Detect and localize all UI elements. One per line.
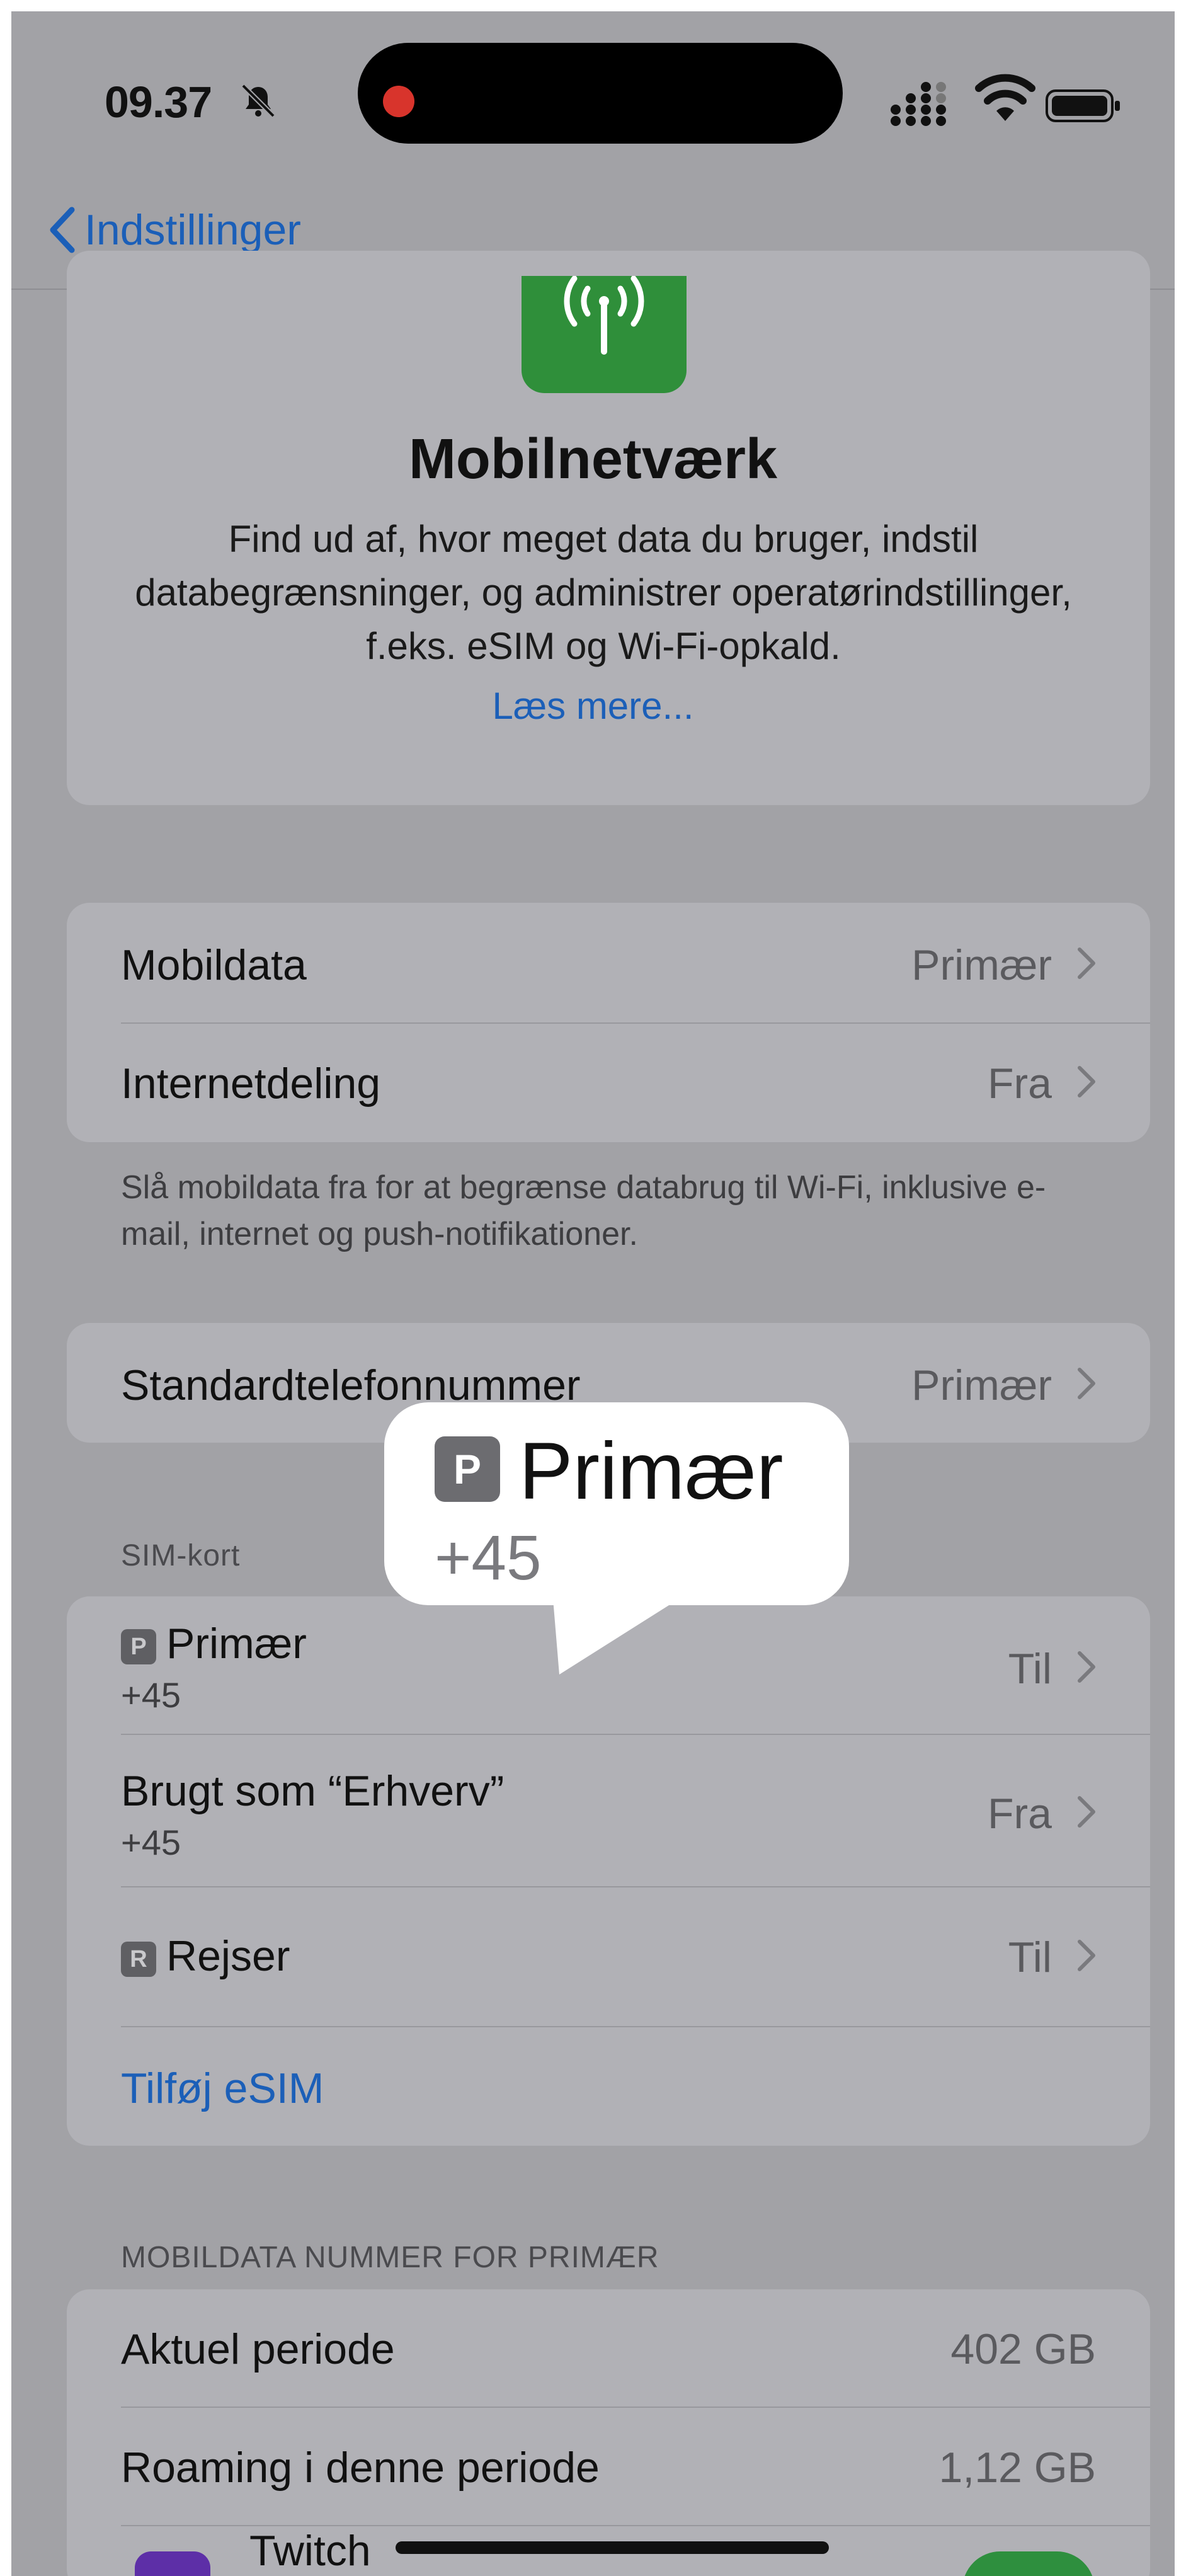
chevron-left-icon: [50, 207, 75, 253]
row-add-esim[interactable]: Tilføj eSIM: [67, 2027, 1150, 2146]
chevron-right-icon: [1078, 1796, 1095, 1828]
chevron-right-icon: [1078, 1651, 1095, 1683]
add-esim-link[interactable]: Tilføj eSIM: [121, 2064, 324, 2113]
row-value: 1,12 GB: [938, 2444, 1097, 2492]
tooltip-number: +45: [435, 1523, 542, 1593]
row-roaming-period: Roaming i denne periode 1,12 GB: [67, 2408, 1150, 2525]
chevron-right-icon: [1078, 1066, 1095, 1097]
row-subtitle: +45: [121, 1823, 181, 1862]
mobile-data-group: Mobildata Primær Internetdeling Fra: [67, 903, 1150, 1142]
sim-group: P Primær +45 Til Brugt som “Erhverv” +45 …: [67, 1596, 1150, 2146]
row-value: Fra: [988, 1790, 1052, 1838]
sim-badge: P: [121, 1629, 156, 1665]
page-title: Mobilnetværk: [408, 428, 778, 491]
row-value: Til: [1008, 1933, 1052, 1981]
tooltip-tail: [553, 1599, 679, 1674]
row-sim-business[interactable]: Brugt som “Erhverv” +45 Fra: [67, 1735, 1150, 1886]
settings-screen: 09.37 Indstillinger Mobilnetværk Find ud…: [11, 11, 1175, 2576]
back-button[interactable]: Indstillinger: [48, 202, 301, 258]
row-sim-travel[interactable]: R Rejser Til: [67, 1887, 1150, 2026]
row-internetdeling[interactable]: Internetdeling Fra: [67, 1024, 1150, 1142]
battery-icon: [1046, 89, 1120, 122]
wifi-icon: [975, 74, 1035, 121]
section-header-usage: MOBILDATA NUMMER FOR PRIMÆR: [121, 2241, 659, 2274]
row-label: P Primær: [121, 1619, 307, 1668]
row-label: Mobildata: [121, 941, 307, 989]
chevron-right-icon: [1078, 947, 1095, 979]
row-current-period: Aktuel periode 402 GB: [67, 2289, 1150, 2407]
dynamic-island: [358, 43, 843, 144]
row-subtitle: +45: [121, 1675, 181, 1715]
mobile-data-footer: Slå mobildata fra for at begrænse databr…: [121, 1169, 1046, 1252]
row-label: Brugt som “Erhverv”: [121, 1767, 505, 1815]
row-value: Til: [1008, 1645, 1052, 1693]
row-label: Roaming i denne periode: [121, 2444, 600, 2492]
row-mobildata[interactable]: Mobildata Primær: [67, 903, 1150, 1022]
row-label: Internetdeling: [121, 1060, 381, 1108]
chevron-right-icon: [1078, 1940, 1095, 1971]
tooltip-sim-badge: P: [435, 1436, 500, 1502]
cellular-signal-icon: [891, 82, 946, 126]
usage-group: Aktuel periode 402 GB Roaming i denne pe…: [67, 2289, 1150, 2576]
twitch-app-icon: [135, 2551, 210, 2576]
twitch-data-toggle[interactable]: [962, 2551, 1095, 2576]
info-description: Find ud af, hvor meget data du bruger, i…: [135, 518, 1072, 667]
learn-more-link[interactable]: Læs mere...: [11, 684, 1175, 728]
status-time: 09.37: [105, 77, 212, 127]
antenna-icon: [522, 275, 687, 393]
row-label: Aktuel periode: [121, 2325, 395, 2373]
home-indicator[interactable]: [396, 2541, 829, 2554]
bell-slash-icon: [241, 84, 275, 118]
row-value: 402 GB: [950, 2325, 1096, 2373]
row-label-text: Primær: [166, 1620, 307, 1668]
row-label-text: Rejser: [166, 1932, 290, 1980]
back-label: Indstillinger: [84, 206, 301, 254]
chevron-right-icon: [1078, 1368, 1095, 1399]
recording-dot-icon: [383, 86, 414, 117]
tooltip-title: Primær: [519, 1426, 784, 1516]
sim-badge: R: [121, 1942, 156, 1978]
row-value: Fra: [988, 1060, 1052, 1108]
row-value: Primær: [911, 1361, 1052, 1409]
row-label: Twitch: [249, 2527, 371, 2575]
row-value: Primær: [911, 941, 1052, 989]
row-label: R Rejser: [121, 1932, 290, 1981]
section-header-sim: SIM-kort: [121, 1539, 241, 1572]
